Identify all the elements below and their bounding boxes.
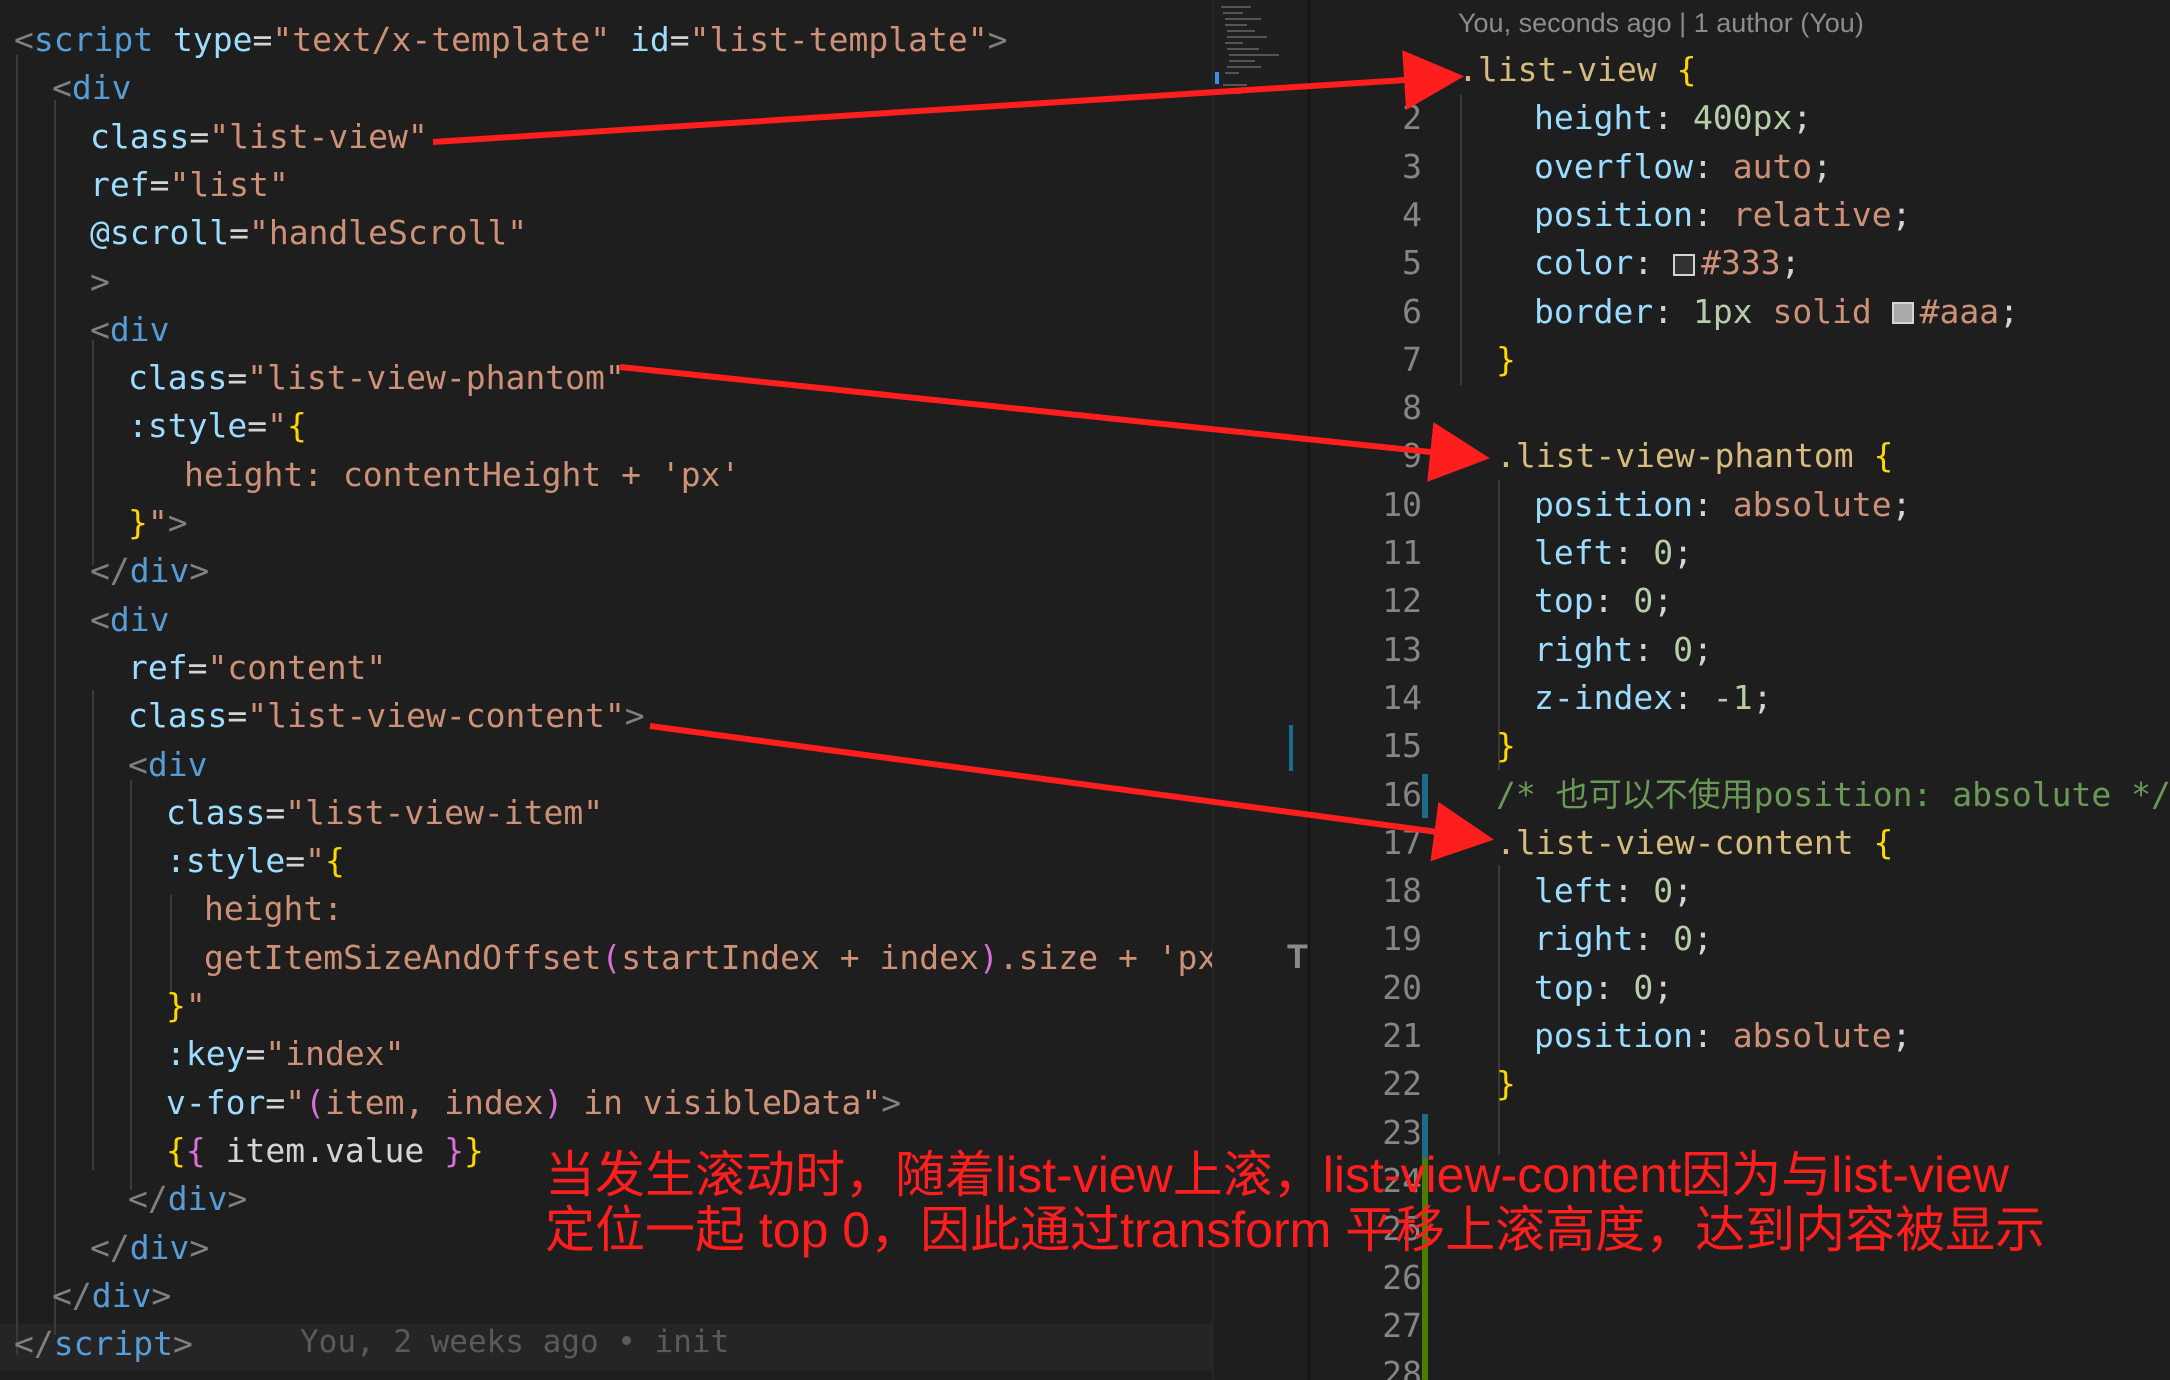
arrow-list-view-phantom — [619, 364, 1490, 482]
annotation-line-1: 当发生滚动时，随着list-view上滚，list-view-content因为… — [545, 1147, 2010, 1203]
arrow-list-view-content — [649, 723, 1494, 862]
arrow-list-view — [432, 50, 1464, 145]
annotation-text: 当发生滚动时，随着list-view上滚，list-view-content因为… — [545, 1148, 2165, 1258]
annotation-line-2: 定位一起 top 0，因此通过transform 平移上滚高度，达到内容被显示 — [545, 1202, 2046, 1258]
